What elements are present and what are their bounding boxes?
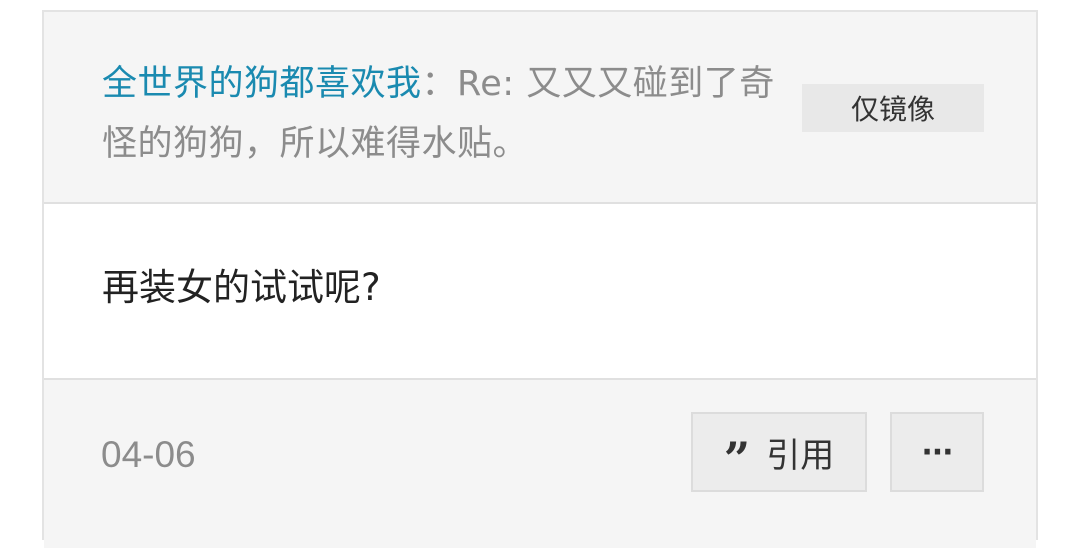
more-options-button[interactable]: ··· bbox=[890, 412, 984, 492]
reply-content: 再装女的试试呢? bbox=[102, 266, 381, 309]
reply-header: 全世界的狗都喜欢我：Re: 又又又碰到了奇怪的狗狗，所以难得水贴。 仅镜像 bbox=[44, 12, 1036, 204]
quote-label: 引用 bbox=[766, 435, 835, 476]
author-link[interactable]: 全世界的狗都喜欢我 bbox=[102, 64, 422, 104]
quote-button[interactable]: ” 引用 bbox=[691, 412, 867, 492]
reply-footer: 04-06 ” 引用 ··· bbox=[44, 378, 1036, 548]
quote-icon: ” bbox=[723, 432, 751, 486]
author-separator: ： bbox=[421, 64, 458, 104]
mirror-only-button[interactable]: 仅镜像 bbox=[802, 84, 984, 132]
reply-body: 再装女的试试呢? bbox=[44, 204, 1036, 378]
reply-title: 全世界的狗都喜欢我：Re: 又又又碰到了奇怪的狗狗，所以难得水贴。 bbox=[102, 54, 802, 174]
reply-card: 全世界的狗都喜欢我：Re: 又又又碰到了奇怪的狗狗，所以难得水贴。 仅镜像 再装… bbox=[42, 10, 1038, 548]
post-date: 04-06 bbox=[101, 434, 196, 475]
